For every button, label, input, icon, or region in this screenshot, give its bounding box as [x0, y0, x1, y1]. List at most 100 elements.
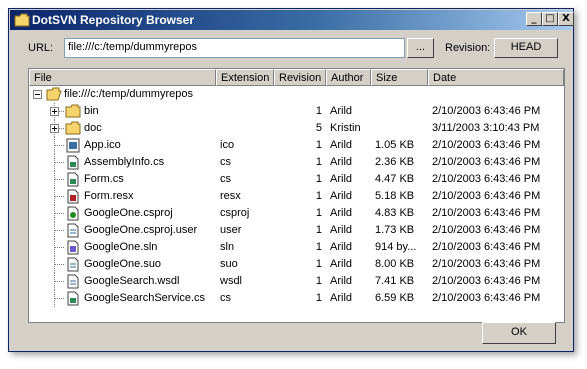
folder-icon	[65, 104, 81, 118]
file-name: bin	[84, 105, 99, 117]
file-name: doc	[84, 122, 102, 134]
file-row[interactable]: AssemblyInfo.cs cs 1 Arild 2.36 KB 2/10/2003 …	[29, 154, 564, 171]
tree-root[interactable]: file:///c:/temp/dummyrepos	[29, 86, 564, 103]
file-author: Arild	[330, 224, 353, 236]
file-date: 2/10/2003 6:43:46 PM	[432, 241, 541, 253]
file-author: Arild	[330, 275, 353, 287]
file-revision: 1	[315, 292, 322, 304]
file-name: GoogleOne.csproj	[84, 207, 173, 219]
minimize-button[interactable]: _	[526, 12, 542, 26]
document-file-icon	[67, 274, 79, 289]
file-row[interactable]: GoogleOne.sln sln 1 Arild 914 by... 2/10/2003…	[29, 239, 564, 256]
expand-icon[interactable]	[50, 124, 59, 133]
column-header-date[interactable]: Date	[428, 69, 564, 86]
file-extension: sln	[220, 241, 235, 253]
tree-line	[54, 264, 64, 265]
collapse-icon[interactable]	[33, 90, 42, 99]
file-row[interactable]: Form.cs cs 1 Arild 4.47 KB 2/10/2003 6:43:46 …	[29, 171, 564, 188]
file-author: Arild	[330, 258, 353, 270]
file-row[interactable]: Form.resx resx 1 Arild 5.18 KB 2/10/2003 6:43…	[29, 188, 564, 205]
file-extension: ico	[220, 139, 235, 151]
url-label: URL:	[28, 42, 54, 54]
file-date: 2/10/2003 6:43:46 PM	[432, 190, 541, 202]
file-date: 2/10/2003 6:43:46 PM	[432, 156, 541, 168]
file-revision: 5	[315, 122, 322, 134]
file-revision: 1	[315, 139, 322, 151]
file-row[interactable]: GoogleSearch.wsdl wsdl 1 Arild 7.41 KB 2/10/2…	[29, 273, 564, 290]
file-date: 2/10/2003 6:43:46 PM	[432, 292, 541, 304]
project-file-icon	[67, 206, 79, 221]
file-row[interactable]: GoogleOne.suo suo 1 Arild 8.00 KB 2/10/2003 6…	[29, 256, 564, 273]
file-extension: cs	[220, 173, 231, 185]
window-title: DotSVN Repository Browser	[32, 13, 195, 27]
column-header-file[interactable]: File	[29, 69, 216, 86]
file-date: 2/10/2003 6:43:46 PM	[432, 207, 541, 219]
file-date: 2/10/2003 6:43:46 PM	[432, 105, 541, 117]
tree-line	[54, 230, 64, 231]
revision-label: Revision:	[445, 42, 491, 54]
csharp-file-icon	[67, 155, 79, 170]
browse-button[interactable]: ...	[407, 38, 434, 58]
file-list[interactable]: File Extension Revision Author Size Date…	[28, 68, 565, 323]
file-author: Arild	[330, 105, 353, 117]
folder-row[interactable]: doc 5 Kristin 3/11/2003 3:10:43 PM	[29, 120, 564, 137]
tree-line	[54, 281, 64, 282]
tree-line	[54, 179, 64, 180]
file-name: GoogleOne.sln	[84, 241, 158, 253]
file-revision: 1	[315, 105, 322, 117]
maximize-button[interactable]: □	[542, 12, 558, 26]
title-bar[interactable]: DotSVN Repository Browser _ □ X	[10, 10, 574, 30]
tree-line	[54, 162, 64, 163]
close-button[interactable]: X	[558, 12, 574, 26]
folder-icon	[14, 13, 30, 27]
file-date: 2/10/2003 6:43:46 PM	[432, 224, 541, 236]
tree-line	[54, 145, 64, 146]
column-header-revision[interactable]: Revision	[274, 69, 326, 86]
file-revision: 1	[315, 241, 322, 253]
file-size: 1.73 KB	[375, 224, 415, 236]
file-row[interactable]: App.ico ico 1 Arild 1.05 KB 2/10/2003 6:43:46…	[29, 137, 564, 154]
file-extension: resx	[220, 190, 241, 202]
file-size: 914 by...	[375, 241, 417, 253]
file-row[interactable]: GoogleOne.csproj csproj 1 Arild 4.83 KB 2/10/…	[29, 205, 564, 222]
expand-icon[interactable]	[50, 107, 59, 116]
file-size: 8.00 KB	[375, 258, 415, 270]
tree-line	[54, 213, 64, 214]
file-size: 2.36 KB	[375, 156, 415, 168]
file-row[interactable]: GoogleOne.csproj.user user 1 Arild 1.73 KB 2/…	[29, 222, 564, 239]
file-size: 1.05 KB	[375, 139, 415, 151]
file-author: Arild	[330, 190, 353, 202]
file-date: 2/10/2003 6:43:46 PM	[432, 139, 541, 151]
document-file-icon	[67, 223, 79, 238]
document-file-icon	[67, 257, 79, 272]
file-revision: 1	[315, 258, 322, 270]
tree-line	[54, 247, 64, 248]
file-author: Arild	[330, 156, 353, 168]
column-header-extension[interactable]: Extension	[216, 69, 274, 86]
csharp-file-icon	[67, 291, 79, 306]
file-revision: 1	[315, 156, 322, 168]
solution-file-icon	[67, 240, 79, 255]
revision-button[interactable]: HEAD	[494, 38, 558, 58]
ok-button[interactable]: OK	[482, 322, 556, 344]
file-author: Arild	[330, 207, 353, 219]
tree-line	[54, 298, 64, 299]
file-extension: wsdl	[220, 275, 243, 287]
column-header-size[interactable]: Size	[371, 69, 428, 86]
file-extension: csproj	[220, 207, 250, 219]
folder-row[interactable]: bin 1 Arild 2/10/2003 6:43:46 PM	[29, 103, 564, 120]
file-name: GoogleOne.csproj.user	[84, 224, 198, 236]
file-name: App.ico	[84, 139, 121, 151]
file-name: AssemblyInfo.cs	[84, 156, 165, 168]
file-extension: cs	[220, 292, 231, 304]
file-row[interactable]: GoogleSearchService.cs cs 1 Arild 6.59 KB 2/1…	[29, 290, 564, 307]
file-extension: cs	[220, 156, 231, 168]
file-name: GoogleOne.suo	[84, 258, 162, 270]
url-input[interactable]: file:///c:/temp/dummyrepos	[64, 38, 405, 58]
file-name: GoogleSearch.wsdl	[84, 275, 180, 287]
image-file-icon	[66, 138, 80, 153]
column-header-author[interactable]: Author	[326, 69, 371, 86]
file-name: GoogleSearchService.cs	[84, 292, 206, 304]
file-size: 5.18 KB	[375, 190, 415, 202]
file-date: 2/10/2003 6:43:46 PM	[432, 275, 541, 287]
